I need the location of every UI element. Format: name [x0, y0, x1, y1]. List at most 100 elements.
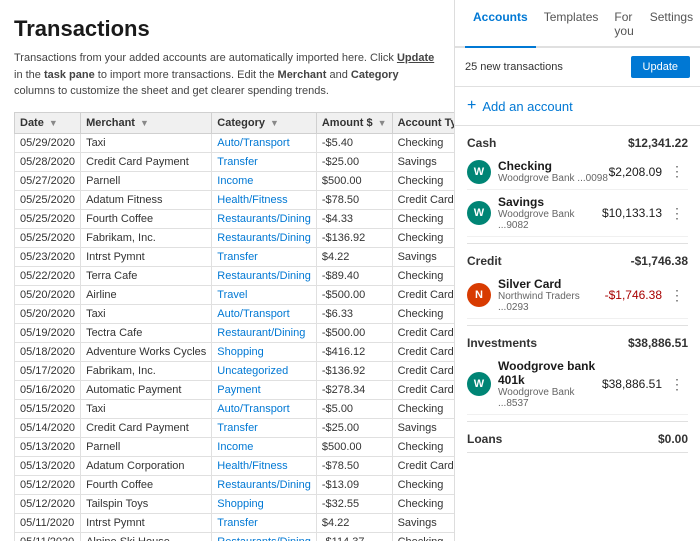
table-row[interactable]: 05/12/2020 Fourth Coffee Restaurants/Din…: [15, 475, 456, 494]
update-button[interactable]: Update: [631, 56, 690, 78]
table-row[interactable]: 05/28/2020 Credit Card Payment Transfer …: [15, 152, 456, 171]
account-item[interactable]: W Woodgrove bank 401k Woodgrove Bank ...…: [467, 354, 688, 415]
add-account-row[interactable]: + Add an account: [455, 87, 700, 126]
cell-account: Savings: [392, 418, 455, 437]
table-row[interactable]: 05/22/2020 Terra Cafe Restaurants/Dining…: [15, 266, 456, 285]
cell-amount: $500.00: [316, 437, 392, 456]
accounts-content: Cash$12,341.22 W Checking Woodgrove Bank…: [455, 126, 700, 541]
tab-foryou[interactable]: For you: [606, 0, 641, 48]
cell-amount: -$5.40: [316, 133, 392, 152]
cell-date: 05/25/2020: [15, 190, 81, 209]
cell-amount: -$278.34: [316, 380, 392, 399]
cell-category: Restaurant/Dining: [212, 323, 317, 342]
account-amount: $2,208.09: [609, 165, 662, 179]
cell-account: Credit Card: [392, 323, 455, 342]
section-label: Credit: [467, 254, 502, 268]
table-row[interactable]: 05/16/2020 Automatic Payment Payment -$2…: [15, 380, 456, 399]
account-sub: Northwind Traders ...0293: [498, 291, 605, 313]
account-amount: $38,886.51: [602, 377, 662, 391]
table-row[interactable]: 05/29/2020 Taxi Auto/Transport -$5.40 Ch…: [15, 133, 456, 152]
cell-account: Checking: [392, 228, 455, 247]
account-item[interactable]: W Savings Woodgrove Bank ...9082 $10,133…: [467, 190, 688, 237]
account-icon: W: [467, 160, 491, 184]
table-row[interactable]: 05/20/2020 Airline Travel -$500.00 Credi…: [15, 285, 456, 304]
account-sub: Woodgrove Bank ...9082: [498, 209, 602, 231]
cell-merchant: Airline: [81, 285, 212, 304]
more-options-icon[interactable]: ⋮: [666, 203, 688, 224]
account-item[interactable]: N Silver Card Northwind Traders ...0293 …: [467, 272, 688, 319]
section-title: Cash$12,341.22: [467, 136, 688, 150]
account-item[interactable]: W Checking Woodgrove Bank ...0098 $2,208…: [467, 154, 688, 190]
table-row[interactable]: 05/12/2020 Tailspin Toys Shopping -$32.5…: [15, 494, 456, 513]
cell-date: 05/29/2020: [15, 133, 81, 152]
col-merchant[interactable]: Merchant ▼: [81, 112, 212, 133]
cell-account: Savings: [392, 513, 455, 532]
cell-amount: -$78.50: [316, 456, 392, 475]
table-row[interactable]: 05/18/2020 Adventure Works Cycles Shoppi…: [15, 342, 456, 361]
cell-category: Uncategorized: [212, 361, 317, 380]
col-category[interactable]: Category ▼: [212, 112, 317, 133]
cell-merchant: Alpine Ski House: [81, 532, 212, 541]
cell-amount: -$32.55: [316, 494, 392, 513]
tab-settings[interactable]: Settings: [642, 0, 700, 48]
col-date[interactable]: Date ▼: [15, 112, 81, 133]
cell-category: Auto/Transport: [212, 133, 317, 152]
cell-merchant: Parnell: [81, 437, 212, 456]
cell-merchant: Fourth Coffee: [81, 209, 212, 228]
table-row[interactable]: 05/15/2020 Taxi Auto/Transport -$5.00 Ch…: [15, 399, 456, 418]
tab-templates[interactable]: Templates: [536, 0, 607, 48]
cell-merchant: Intrst Pymnt: [81, 247, 212, 266]
cell-date: 05/18/2020: [15, 342, 81, 361]
table-row[interactable]: 05/19/2020 Tectra Cafe Restaurant/Dining…: [15, 323, 456, 342]
cell-account: Credit Card: [392, 342, 455, 361]
table-row[interactable]: 05/25/2020 Fourth Coffee Restaurants/Din…: [15, 209, 456, 228]
table-row[interactable]: 05/13/2020 Parnell Income $500.00 Checki…: [15, 437, 456, 456]
more-options-icon[interactable]: ⋮: [666, 285, 688, 306]
table-row[interactable]: 05/23/2020 Intrst Pymnt Transfer $4.22 S…: [15, 247, 456, 266]
table-row[interactable]: 05/20/2020 Taxi Auto/Transport -$6.33 Ch…: [15, 304, 456, 323]
cell-category: Income: [212, 437, 317, 456]
section-title: Investments$38,886.51: [467, 336, 688, 350]
cell-account: Credit Card: [392, 285, 455, 304]
cell-date: 05/12/2020: [15, 494, 81, 513]
description: Transactions from your added accounts ar…: [14, 50, 440, 100]
cell-account: Checking: [392, 133, 455, 152]
cell-amount: -$500.00: [316, 285, 392, 304]
cell-merchant: Adventure Works Cycles: [81, 342, 212, 361]
table-row[interactable]: 05/11/2020 Alpine Ski House Restaurants/…: [15, 532, 456, 541]
account-info: Woodgrove bank 401k Woodgrove Bank ...85…: [498, 359, 602, 409]
cell-amount: -$114.37: [316, 532, 392, 541]
table-row[interactable]: 05/27/2020 Parnell Income $500.00 Checki…: [15, 171, 456, 190]
col-account[interactable]: Account Type ▼: [392, 112, 455, 133]
cell-category: Health/Fitness: [212, 456, 317, 475]
cell-account: Credit Card: [392, 456, 455, 475]
cell-amount: -$25.00: [316, 418, 392, 437]
table-row[interactable]: 05/11/2020 Intrst Pymnt Transfer $4.22 S…: [15, 513, 456, 532]
cell-category: Restaurants/Dining: [212, 209, 317, 228]
cell-account: Checking: [392, 532, 455, 541]
cell-date: 05/16/2020: [15, 380, 81, 399]
section-title: Credit -$1,746.38: [467, 254, 688, 268]
account-info: Checking Woodgrove Bank ...0098: [498, 159, 609, 184]
account-section: Loans$0.00: [467, 432, 688, 453]
more-options-icon[interactable]: ⋮: [666, 161, 688, 182]
cell-merchant: Fabrikam, Inc.: [81, 228, 212, 247]
cell-merchant: Credit Card Payment: [81, 418, 212, 437]
table-row[interactable]: 05/17/2020 Fabrikam, Inc. Uncategorized …: [15, 361, 456, 380]
notification-bar: 25 new transactions Update: [455, 48, 700, 87]
cell-amount: -$416.12: [316, 342, 392, 361]
tabs: Accounts Templates For you Settings: [455, 0, 700, 48]
section-total: -$1,746.38: [631, 254, 688, 268]
col-amount[interactable]: Amount $ ▼: [316, 112, 392, 133]
table-row[interactable]: 05/25/2020 Fabrikam, Inc. Restaurants/Di…: [15, 228, 456, 247]
cell-date: 05/25/2020: [15, 209, 81, 228]
cell-merchant: Taxi: [81, 399, 212, 418]
table-row[interactable]: 05/25/2020 Adatum Fitness Health/Fitness…: [15, 190, 456, 209]
tab-accounts[interactable]: Accounts: [465, 0, 536, 48]
table-row[interactable]: 05/13/2020 Adatum Corporation Health/Fit…: [15, 456, 456, 475]
cell-date: 05/23/2020: [15, 247, 81, 266]
cell-date: 05/17/2020: [15, 361, 81, 380]
more-options-icon[interactable]: ⋮: [666, 374, 688, 395]
table-row[interactable]: 05/14/2020 Credit Card Payment Transfer …: [15, 418, 456, 437]
cell-date: 05/28/2020: [15, 152, 81, 171]
